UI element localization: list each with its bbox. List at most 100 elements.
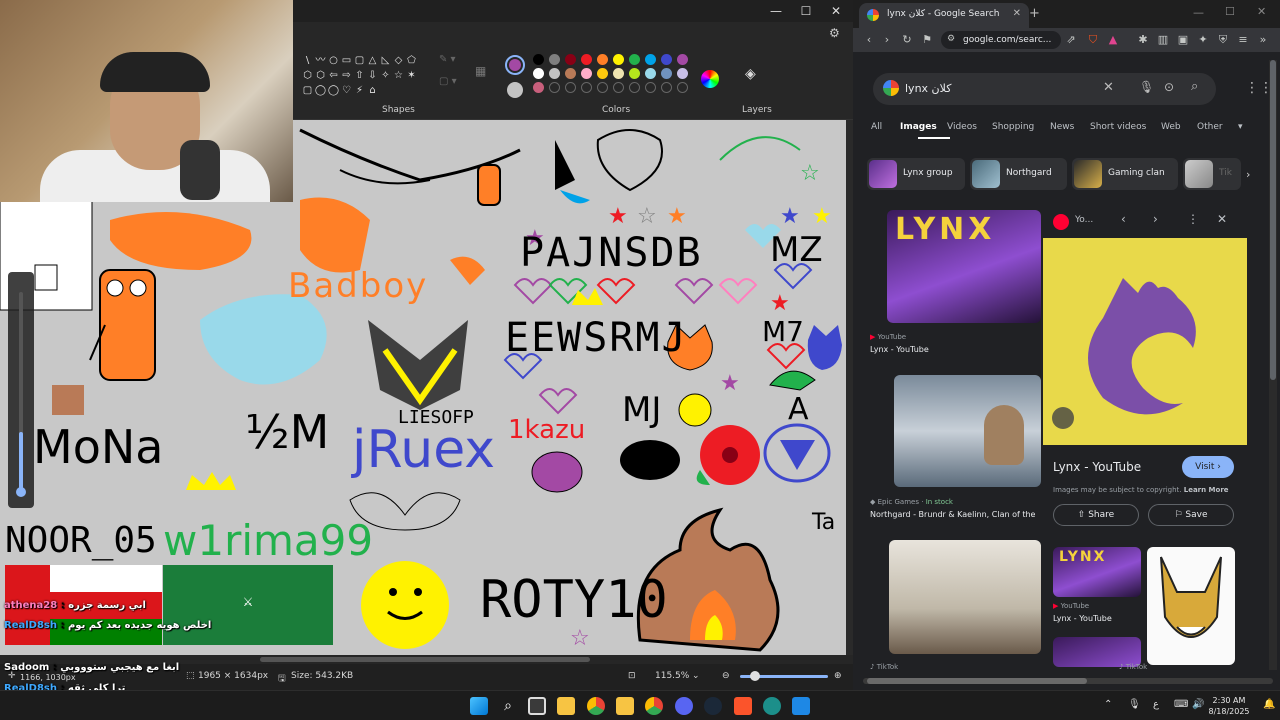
primary-color-swatch[interactable] [505,55,525,75]
tab-web[interactable]: Web [1161,122,1181,132]
site-info-icon[interactable]: ⚙ [947,34,955,44]
more-options-icon[interactable]: ⋮ [1187,212,1199,226]
shape-tool-5[interactable]: △ [366,54,379,67]
brush-size-slider[interactable] [8,272,34,508]
brush-size-thumb[interactable] [16,487,26,497]
close-panel-icon[interactable]: ✕ [1217,212,1227,226]
secondary-color-swatch[interactable] [507,82,523,98]
shape-tool-10[interactable]: ⬡ [314,69,327,82]
sidebar-icon[interactable]: ▥ [1155,32,1171,48]
file-explorer-icon[interactable] [616,697,634,715]
google-search-box[interactable]: lynx كلان ✕ 🎙 ⊙ ⌕ [873,73,1216,105]
shape-tool-2[interactable]: ○ [327,54,340,67]
chip-gaming-clan[interactable]: Gaming clan [1072,158,1178,190]
leo-ai-icon[interactable]: ✦ [1195,32,1211,48]
start-button-icon[interactable] [470,697,488,715]
chrome-app-icon[interactable] [645,697,663,715]
chevron-down-icon[interactable]: ▾ [1238,122,1243,132]
minimize-button[interactable]: — [761,0,791,22]
tab-news[interactable]: News [1050,122,1074,132]
tab-google-search[interactable]: lynx كلان - Google Search ✕ [859,3,1029,28]
forward-icon[interactable]: › [879,32,895,48]
related-title[interactable]: Lynx - YouTube [1053,614,1143,623]
back-icon[interactable]: ‹ [861,32,877,48]
shape-tool-11[interactable]: ⇦ [327,69,340,82]
tab-shopping[interactable]: Shopping [992,122,1034,132]
microphone-icon[interactable]: 🎙 [1128,699,1141,710]
close-button[interactable]: ✕ [821,0,851,22]
color-swatch[interactable] [613,68,624,79]
color-swatch[interactable] [549,68,560,79]
color-swatch[interactable] [661,68,672,79]
paint-app-icon[interactable] [792,697,810,715]
result-title[interactable]: Northgard - Brundr & Kaelinn, Clan of th… [870,510,1044,519]
chip-lynx-group[interactable]: Lynx group [867,158,965,190]
shape-tool-23[interactable]: ⌂ [366,84,379,97]
clear-search-icon[interactable]: ✕ [1103,80,1114,95]
visit-button[interactable]: Visit › [1182,456,1234,478]
zoom-slider-thumb[interactable] [750,671,760,681]
shape-tool-4[interactable]: ▢ [353,54,366,67]
tab-short-videos[interactable]: Short videos [1090,122,1146,132]
color-swatch[interactable] [533,68,544,79]
color-swatch[interactable] [677,54,688,65]
chip-northgard[interactable]: Northgard [970,158,1067,190]
color-swatch[interactable] [565,68,576,79]
shape-tool-17[interactable]: ✶ [405,69,418,82]
color-swatch[interactable] [565,54,576,65]
more-icon[interactable]: » [1255,32,1271,48]
zoom-out-icon[interactable]: ⊖ [722,671,730,681]
reload-icon[interactable]: ↻ [899,32,915,48]
discord-icon[interactable] [675,697,693,715]
color-swatch[interactable] [597,82,608,93]
shape-tool-9[interactable]: ⬡ [301,69,314,82]
shape-tool-21[interactable]: ♡ [340,84,353,97]
network-icon[interactable]: ⌨ [1174,699,1188,710]
app-icon[interactable] [557,697,575,715]
shape-tool-15[interactable]: ✧ [379,69,392,82]
color-swatch[interactable] [533,82,544,93]
address-bar[interactable]: ⚙ google.com/searc... [941,31,1061,49]
result-image-northgard[interactable] [894,375,1041,487]
system-clock[interactable]: 2:30 AM 8/18/2025 [1200,695,1258,717]
color-swatch[interactable] [565,82,576,93]
color-swatch[interactable] [613,82,624,93]
settings-gear-icon[interactable]: ⚙ [829,26,840,40]
color-swatch[interactable] [613,54,624,65]
tray-overflow-icon[interactable]: ⌃ [1104,699,1112,710]
shape-tool-14[interactable]: ⇩ [366,69,379,82]
zoom-dropdown-icon[interactable]: ⌄ [692,671,700,681]
chips-next-icon[interactable]: › [1246,168,1250,181]
color-swatch[interactable] [661,82,672,93]
shape-tool-1[interactable]: 〰 [314,54,327,67]
color-swatch[interactable] [661,54,672,65]
shape-tool-8[interactable]: ⬠ [405,54,418,67]
minimize-button[interactable]: — [1193,6,1204,19]
shape-tool-18[interactable]: ▢ [301,84,314,97]
maximize-button[interactable]: ☐ [791,0,821,22]
brave-shield-icon[interactable]: ⛉ [1085,32,1101,48]
wallet-icon[interactable]: ▣ [1175,32,1191,48]
brave-icon[interactable] [734,697,752,715]
shape-style-icon[interactable]: ▦ [475,64,486,78]
zoom-level[interactable]: 115.5% [655,671,689,681]
color-swatch[interactable] [581,68,592,79]
color-swatch[interactable] [581,82,592,93]
color-swatch[interactable] [597,68,608,79]
shape-outline-fill-icon[interactable]: ✎ ▾ ▢ ▾ [439,54,475,104]
shape-tool-13[interactable]: ⇧ [353,69,366,82]
vpn-icon[interactable]: ⛨ [1215,32,1231,48]
task-view-icon[interactable] [528,697,546,715]
extensions-icon[interactable]: ✱ [1135,32,1151,48]
shape-tool-19[interactable]: ◯ [314,84,327,97]
color-swatch[interactable] [645,82,656,93]
edit-colors-icon[interactable] [701,70,719,88]
shape-tool-7[interactable]: ◇ [392,54,405,67]
tab-images[interactable]: Images [900,122,937,132]
new-tab-button[interactable]: + [1029,6,1040,21]
color-swatch[interactable] [549,54,560,65]
shape-tool-22[interactable]: ⚡ [353,84,366,97]
related-image-lynx-mascot[interactable] [1147,547,1235,665]
color-swatch[interactable] [645,68,656,79]
shape-tool-12[interactable]: ⇨ [340,69,353,82]
